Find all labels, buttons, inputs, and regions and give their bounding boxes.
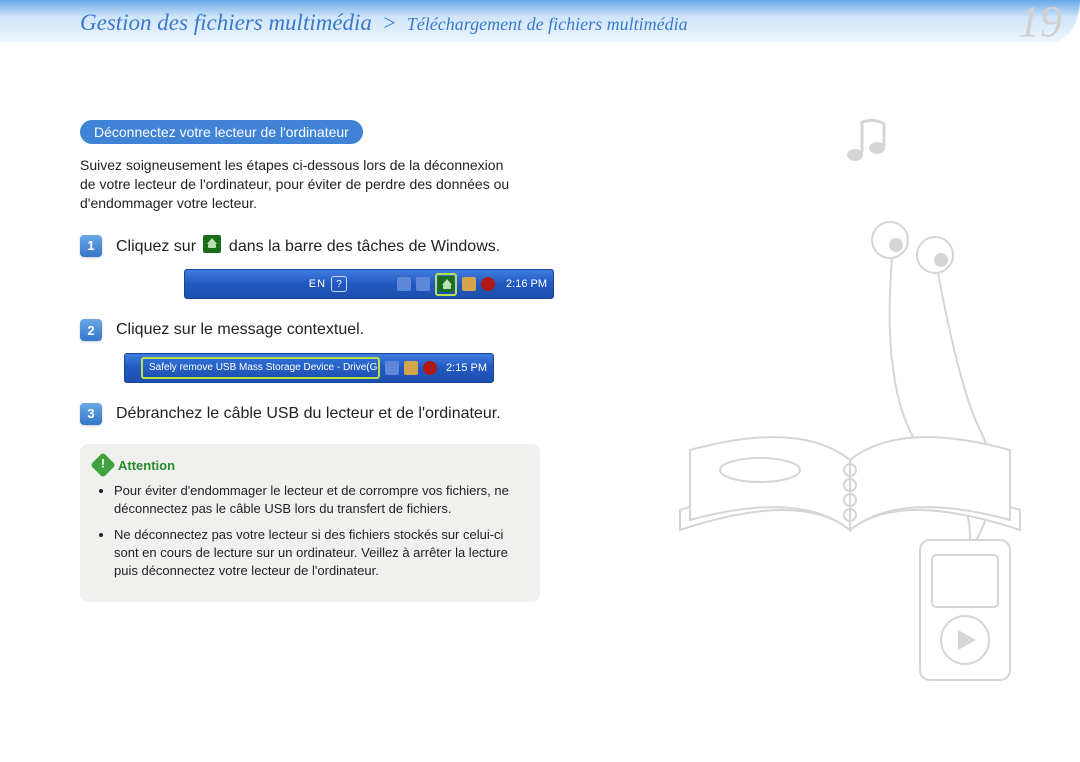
page-number: 19 [1018,0,1062,47]
taskbar-lang-indicator: EN [309,278,326,290]
mp3-player-icon [920,540,1010,680]
attention-header: Attention [94,456,526,474]
taskbar-help-icon: ? [331,276,347,292]
tray-icon [423,361,437,375]
breadcrumb-sub: Téléchargement de fichiers multimédia [407,14,688,34]
section-title-pill: Déconnectez votre lecteur de l'ordinateu… [80,120,363,144]
tray-icon [462,277,476,291]
step-number-badge: 1 [80,235,102,257]
highlighted-safely-remove-icon [435,273,457,296]
step-1-text: Cliquez sur dans la barre des tâches de … [116,235,536,258]
taskbar-clock: 2:15 PM [446,362,487,374]
highlighted-popup-message: Safely remove USB Mass Storage Device - … [141,357,380,379]
windows-taskbar-screenshot-2: Safely remove USB Mass Storage Device - … [124,353,494,383]
windows-taskbar-screenshot-1: EN ? 2:16 PM [184,269,554,299]
step-number-badge: 3 [80,403,102,425]
illustration-svg [650,110,1050,710]
taskbar-clock: 2:16 PM [506,278,547,290]
breadcrumb-main: Gestion des fichiers multimédia [80,10,372,35]
music-note-icon [847,120,885,161]
attention-icon [90,453,115,478]
step-1-text-after: dans la barre des tâches de Windows. [224,238,500,255]
tray-icon [481,277,495,291]
step-3-text: Débranchez le câble USB du lecteur et de… [116,403,536,425]
attention-box: Attention Pour éviter d'endommager le le… [80,444,540,602]
step-list: 1 Cliquez sur dans la barre des tâches d… [80,235,580,425]
tray-icon [397,277,411,291]
breadcrumb-separator: > [382,10,397,35]
attention-item: Ne déconnectez pas votre lecteur si des … [114,526,526,580]
step-2-text: Cliquez sur le message contextuel. [116,319,536,341]
tray-icon [416,277,430,291]
intro-paragraph: Suivez soigneusement les étapes ci-desso… [80,156,510,213]
tray-icon [404,361,418,375]
safely-remove-hardware-icon [438,276,454,292]
step-1-text-before: Cliquez sur [116,238,200,255]
tray-icon [385,361,399,375]
safely-remove-hardware-icon [203,235,221,253]
step-1: 1 Cliquez sur dans la barre des tâches d… [80,235,580,300]
notebook-icon [680,437,1020,530]
step-number-badge: 2 [80,319,102,341]
attention-label: Attention [118,458,175,473]
step-2: 2 Cliquez sur le message contextuel. Saf… [80,319,580,383]
attention-list: Pour éviter d'endommager le lecteur et d… [94,482,526,580]
popup-message-text: Safely remove USB Mass Storage Device - … [149,362,380,373]
decorative-illustration [650,110,1050,710]
breadcrumb: Gestion des fichiers multimédia > Téléch… [80,10,688,36]
step-3: 3 Débranchez le câble USB du lecteur et … [80,403,580,425]
content-column: Déconnectez votre lecteur de l'ordinateu… [80,120,580,602]
attention-item: Pour éviter d'endommager le lecteur et d… [114,482,526,518]
